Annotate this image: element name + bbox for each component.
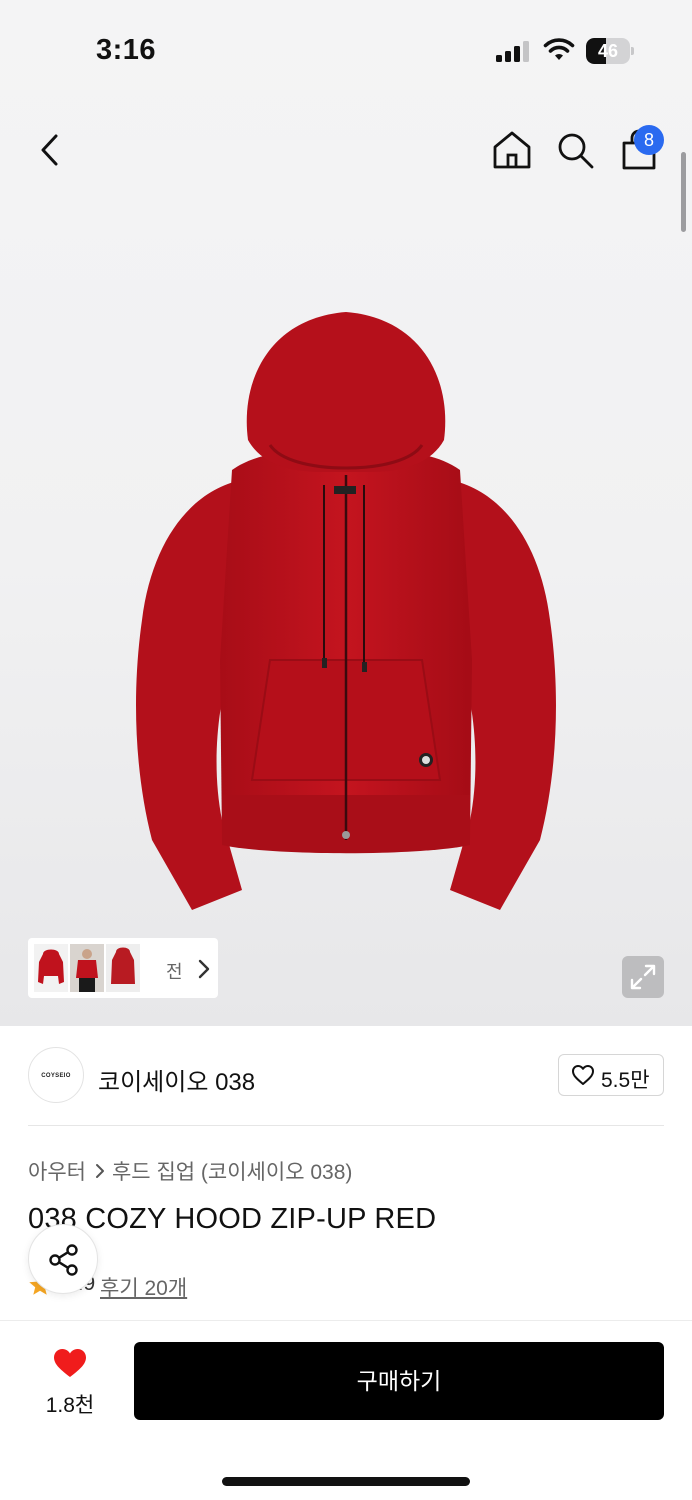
cart-count-badge: 8 <box>634 125 664 155</box>
heart-filled-icon <box>54 1349 86 1377</box>
home-icon[interactable] <box>492 130 532 170</box>
breadcrumb-category[interactable]: 아우터 <box>28 1161 86 1184</box>
divider <box>28 1125 664 1126</box>
share-button[interactable] <box>28 1224 98 1294</box>
home-indicator[interactable] <box>222 1477 470 1486</box>
share-icon <box>49 1244 78 1276</box>
wishlist-button[interactable]: 1.8천 <box>30 1345 110 1417</box>
product-gallery[interactable]: 3:16 46 8 전 <box>0 0 692 1026</box>
thumbnail-image[interactable] <box>70 944 104 992</box>
buy-button[interactable]: 구매하기 <box>134 1342 664 1420</box>
review-count-link[interactable]: 후기 20개 <box>100 1272 187 1302</box>
cellular-signal-icon <box>496 41 529 62</box>
heart-outline-icon <box>572 1065 594 1085</box>
brand-logo[interactable]: COYSEIO <box>28 1047 84 1103</box>
status-time: 3:16 <box>96 34 157 66</box>
brand-name[interactable]: 코이세이오 038 <box>98 1062 255 1097</box>
thumbnail-label: 전 <box>166 962 183 982</box>
thumbnail-image[interactable] <box>34 944 68 992</box>
brand-like-button[interactable]: 5.5만 <box>558 1054 664 1096</box>
breadcrumb: 아우터 후드 집업 (코이세이오 038) <box>28 1156 352 1184</box>
battery-indicator: 46 <box>586 38 634 64</box>
expand-icon <box>630 964 656 990</box>
chevron-right-icon <box>95 1164 104 1178</box>
brand-like-count: 5.5만 <box>601 1069 650 1092</box>
search-icon[interactable] <box>555 130 595 170</box>
bottom-action-bar: 1.8천 구매하기 <box>0 1320 692 1500</box>
wifi-icon <box>543 38 575 60</box>
thumbnail-strip[interactable]: 전 <box>28 938 218 998</box>
thumbnail-image[interactable] <box>106 944 140 992</box>
status-bar: 3:16 46 <box>0 0 692 100</box>
brand-row[interactable]: COYSEIO 코이세이오 038 5.5만 <box>0 1026 692 1126</box>
back-chevron-icon[interactable] <box>34 132 68 168</box>
wishlist-count: 1.8천 <box>45 1394 95 1417</box>
expand-image-button[interactable] <box>622 956 664 998</box>
scrollbar-thumb[interactable] <box>681 152 686 232</box>
chevron-right-icon[interactable] <box>196 958 212 980</box>
product-main-image[interactable] <box>120 300 572 920</box>
product-title: 038 COZY HOOD ZIP-UP RED <box>28 1203 437 1235</box>
breadcrumb-subcategory[interactable]: 후드 집업 (코이세이오 038) <box>112 1161 352 1184</box>
